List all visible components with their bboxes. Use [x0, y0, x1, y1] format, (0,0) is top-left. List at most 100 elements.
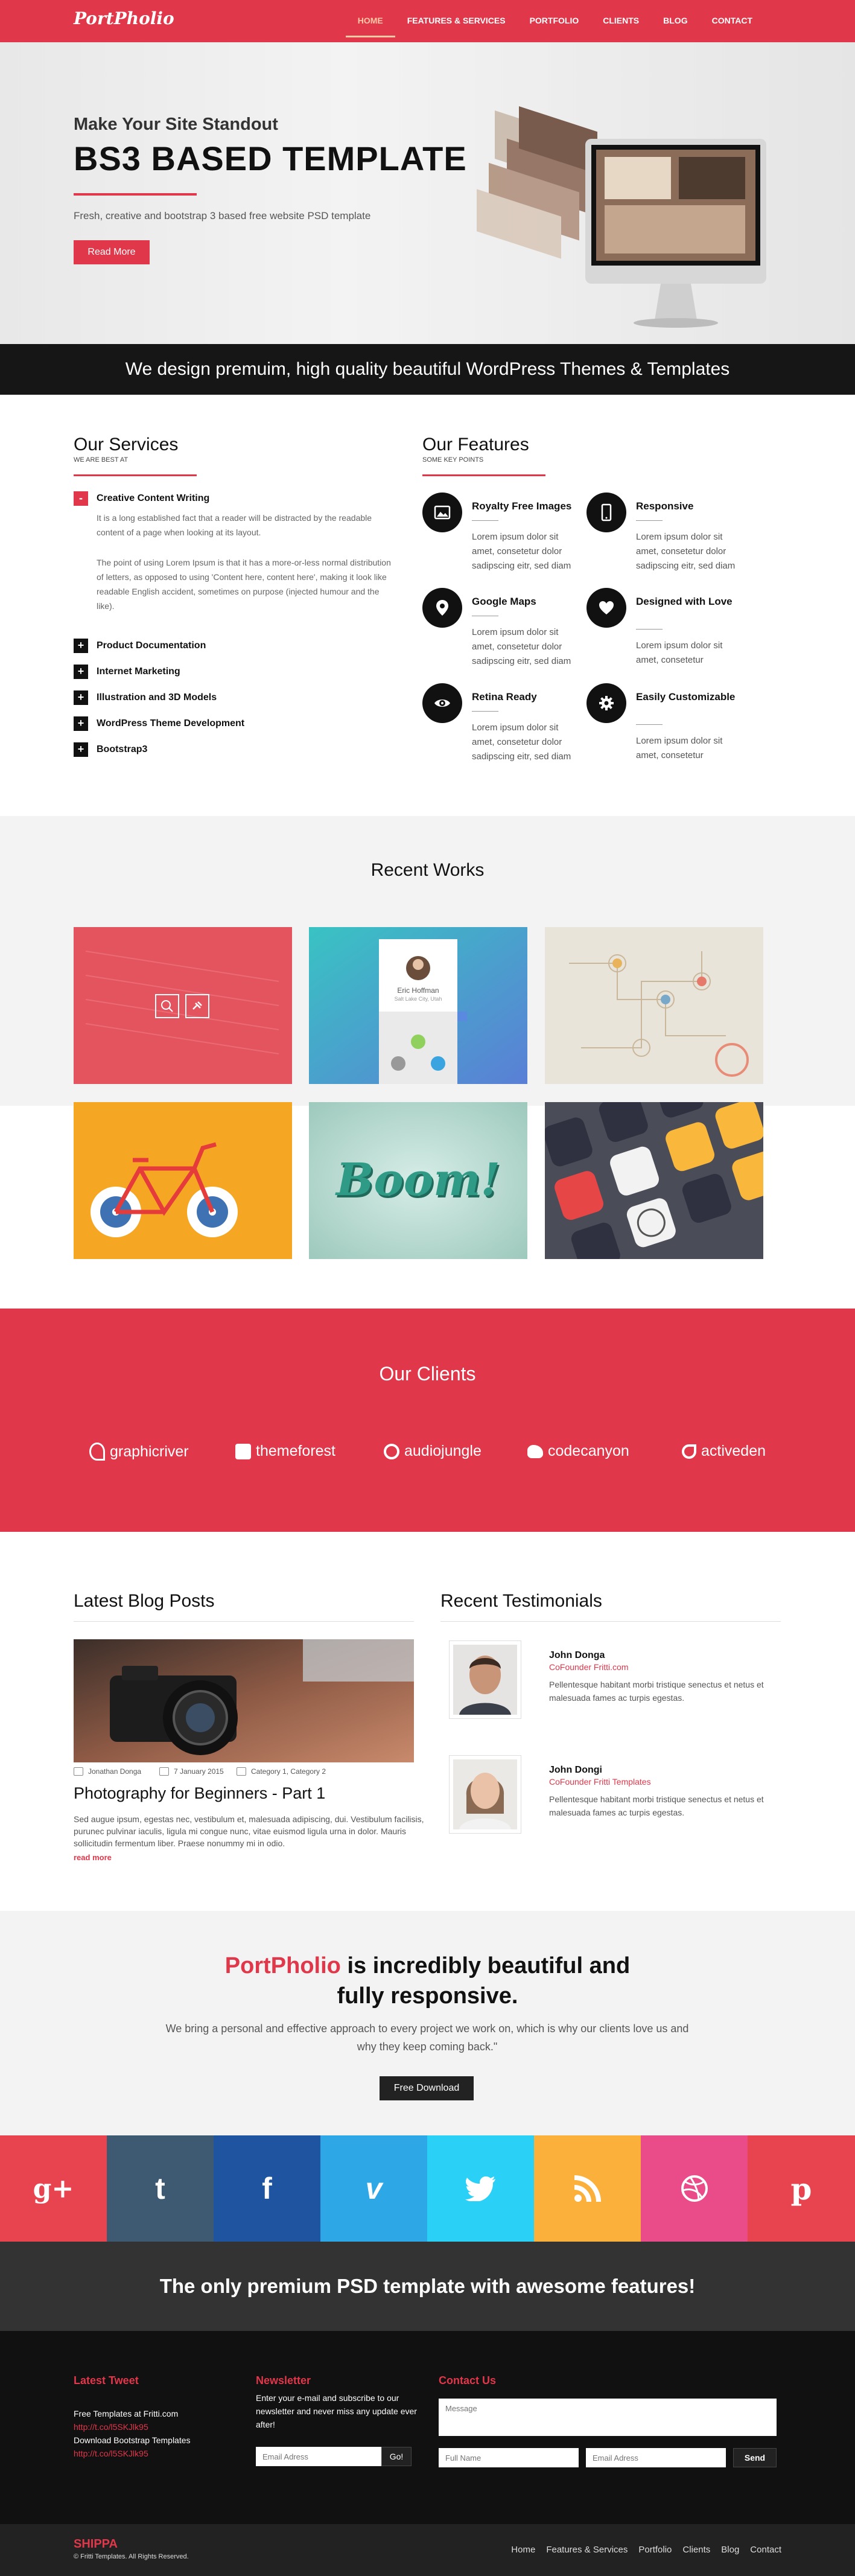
pinterest-icon[interactable]: p	[748, 2135, 855, 2242]
footer-logo[interactable]: SHIPPA	[74, 2537, 118, 2551]
profile-location: Salt Lake City, Utah	[394, 996, 442, 1002]
accordion-item[interactable]: + Illustration and 3D Models	[74, 690, 217, 705]
post-category[interactable]: Category 1, Category 2	[237, 1767, 326, 1776]
site-logo[interactable]: PortPholio	[74, 8, 174, 28]
accordion-item[interactable]: + Internet Marketing	[74, 665, 180, 679]
nav-blog[interactable]: BLOG	[651, 0, 699, 42]
expand-icon[interactable]: +	[74, 639, 88, 653]
testimonial-item: John Donga CoFounder Fritti.com Pellente…	[449, 1640, 781, 1725]
client-logo[interactable]: graphicriver	[89, 1443, 189, 1461]
feature-item: Royalty Free Images Lorem ipsum dolor si…	[422, 493, 585, 583]
feature-title: Easily Customizable	[636, 691, 736, 703]
client-logo[interactable]: codecanyon	[527, 1443, 629, 1460]
dribbble-icon[interactable]	[641, 2135, 748, 2242]
read-more-button[interactable]: Read More	[74, 240, 150, 264]
work-tile[interactable]	[545, 927, 763, 1084]
accordion-item-title[interactable]: Creative Content Writing	[97, 493, 209, 504]
audiojungle-icon	[384, 1443, 399, 1459]
accordion-item-title[interactable]: Bootstrap3	[97, 744, 147, 755]
heart-icon	[586, 588, 626, 628]
work-tile[interactable]: Eric Hoffman Salt Lake City, Utah	[309, 927, 527, 1084]
client-logo[interactable]: audiojungle	[384, 1443, 482, 1460]
graphicriver-icon	[89, 1443, 105, 1461]
collapse-icon[interactable]: -	[74, 491, 88, 506]
testimonials-title: Recent Testimonials	[440, 1591, 602, 1611]
free-download-button[interactable]: Free Download	[380, 2076, 474, 2100]
feature-item: Google Maps Lorem ipsum dolor sit amet, …	[422, 588, 585, 678]
tumblr-glyph: t	[155, 2172, 165, 2205]
client-logo[interactable]: activeden	[682, 1443, 766, 1460]
category-text[interactable]: Category 1, Category 2	[251, 1767, 326, 1776]
accordion-item-title[interactable]: Internet Marketing	[97, 666, 180, 677]
tweet-link[interactable]: http://t.co/l5SKJlk95	[74, 2420, 230, 2434]
blog-post-image[interactable]	[74, 1639, 414, 1762]
footer-nav-home[interactable]: Home	[511, 2545, 535, 2555]
twitter-icon[interactable]	[427, 2135, 534, 2242]
tweet-list: Free Templates at Fritti.com http://t.co…	[74, 2407, 230, 2460]
feature-divider	[636, 629, 663, 630]
testimonial-item: John Dongi CoFounder Fritti Templates Pe…	[449, 1755, 781, 1840]
cta-heading: PortPholio is incredibly beautiful and fu…	[0, 1951, 855, 2011]
feature-divider	[472, 711, 498, 712]
user-icon	[74, 1767, 83, 1776]
work-thumbnail	[309, 927, 527, 1084]
accordion-item-title[interactable]: Product Documentation	[97, 640, 206, 651]
expand-icon[interactable]: +	[74, 690, 88, 705]
nav-contact[interactable]: CONTACT	[700, 0, 764, 42]
footer-nav-portfolio[interactable]: Portfolio	[638, 2545, 672, 2555]
premium-banner: The only premium PSD template with aweso…	[0, 2242, 855, 2331]
work-tile[interactable]: Boom!	[309, 1102, 527, 1259]
nav-portfolio[interactable]: PORTFOLIO	[518, 0, 591, 42]
hero-description: Fresh, creative and bootstrap 3 based fr…	[74, 210, 371, 222]
client-logo[interactable]: themeforest	[235, 1443, 335, 1460]
hero-divider	[74, 193, 197, 196]
newsletter-email-input[interactable]	[256, 2447, 381, 2466]
facebook-icon[interactable]: f	[214, 2135, 320, 2242]
accordion-item[interactable]: + WordPress Theme Development	[74, 716, 244, 731]
latest-tweet-title: Latest Tweet	[74, 2374, 139, 2386]
accordion-item-title[interactable]: Illustration and 3D Models	[97, 692, 217, 703]
cta-text: We bring a personal and effective approa…	[165, 2023, 689, 2053]
footer-nav-blog[interactable]: Blog	[721, 2545, 739, 2555]
tweet-link[interactable]: http://t.co/l5SKJlk95	[74, 2447, 230, 2460]
expand-icon[interactable]: +	[74, 742, 88, 757]
features-title: Our Features	[422, 435, 529, 454]
nav-features[interactable]: FEATURES & SERVICES	[395, 0, 518, 42]
tumblr-icon[interactable]: t	[107, 2135, 214, 2242]
accordion-item[interactable]: + Product Documentation	[74, 639, 206, 653]
accordion-body-2: The point of using Lorem Ipsum is that i…	[97, 558, 391, 611]
feature-item: Easily Customizable Lorem ipsum dolor si…	[586, 683, 749, 774]
activeden-icon	[682, 1444, 696, 1459]
testimonial-role[interactable]: CoFounder Fritti Templates	[549, 1777, 651, 1787]
footer-nav-contact[interactable]: Contact	[750, 2545, 781, 2555]
newsletter-title: Newsletter	[256, 2374, 311, 2386]
footer-nav-features[interactable]: Features & Services	[546, 2545, 628, 2555]
feature-title: Google Maps	[472, 596, 536, 607]
work-tile[interactable]	[74, 927, 292, 1084]
work-tile[interactable]	[74, 1102, 292, 1259]
footer-nav-clients[interactable]: Clients	[682, 2545, 710, 2555]
hero-section: Make Your Site Standout BS3 BASED TEMPLA…	[0, 42, 855, 344]
expand-icon[interactable]: +	[74, 665, 88, 679]
expand-icon[interactable]: +	[74, 716, 88, 731]
accordion-item-open[interactable]: - Creative Content Writing	[74, 491, 209, 506]
testimonial-role[interactable]: CoFounder Fritti.com	[549, 1662, 628, 1672]
feature-text: Lorem ipsum dolor sit amet, consetetur d…	[472, 722, 571, 762]
accordion-item-title[interactable]: WordPress Theme Development	[97, 718, 244, 729]
nav-clients[interactable]: CLIENTS	[591, 0, 651, 42]
read-more-link[interactable]: read more	[74, 1853, 112, 1862]
send-button[interactable]: Send	[733, 2448, 777, 2467]
phone-icon	[586, 493, 626, 532]
full-name-input[interactable]	[439, 2448, 579, 2467]
newsletter-go-button[interactable]: Go!	[381, 2447, 412, 2466]
message-input[interactable]	[439, 2399, 777, 2436]
work-tile[interactable]	[545, 1102, 763, 1259]
hero-monitor-image	[477, 106, 766, 328]
accordion-item[interactable]: + Bootstrap3	[74, 742, 147, 757]
google-plus-icon[interactable]: g+	[0, 2135, 107, 2242]
contact-email-input[interactable]	[586, 2448, 726, 2467]
nav-home[interactable]: HOME	[345, 0, 395, 37]
rss-icon[interactable]	[534, 2135, 641, 2242]
post-title[interactable]: Photography for Beginners - Part 1	[74, 1784, 325, 1803]
vimeo-icon[interactable]: v	[320, 2135, 427, 2242]
